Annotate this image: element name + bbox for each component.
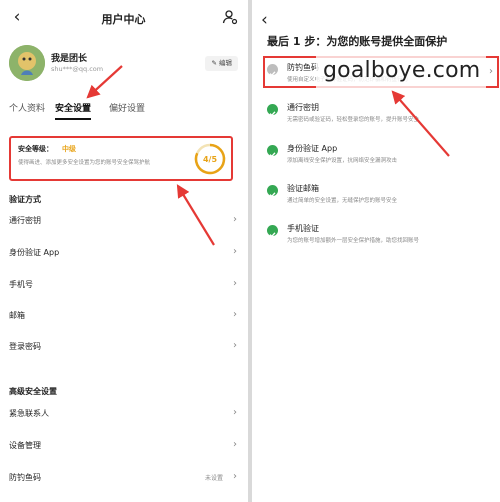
row-label: 防钓鱼码 xyxy=(9,473,41,482)
check-done-icon xyxy=(267,145,278,158)
list-item-email[interactable]: 邮箱 › xyxy=(9,308,237,324)
step-description: 为您的账号增加额外一层安全保护措施，助您找回账号 xyxy=(287,238,420,244)
chevron-right-icon: › xyxy=(233,439,237,450)
advanced-security-heading: 高级安全设置 xyxy=(9,387,57,396)
profile-tabs: 个人资料 安全设置 偏好设置 xyxy=(9,101,239,121)
step-description: 通过简单的安全设置，无缝保护您的账号安全 xyxy=(287,198,398,204)
edit-label: 编辑 xyxy=(219,59,232,67)
check-done-icon xyxy=(267,185,278,198)
protection-steps-panel: ‹ 最后 1 步：为您的账号提供全面保护 防钓鱼码 使用自定义电子邮件验证码，防… xyxy=(253,0,500,502)
user-center-panel: ‹ 用户中心 我是团长 shu***@qq.com ✎ 编辑 个人资料 安全设置… xyxy=(0,0,247,502)
row-label: 手机号 xyxy=(9,280,33,289)
step-verify-phone[interactable]: 手机验证 为您的账号增加额外一层安全保护措施，助您找回账号 xyxy=(267,223,495,251)
row-label: 紧急联系人 xyxy=(9,409,49,418)
page-title: 用户中心 xyxy=(101,13,146,26)
chevron-right-icon: › xyxy=(233,471,237,482)
row-status: 未设置 xyxy=(204,475,223,482)
header-bar: ‹ 用户中心 xyxy=(0,0,247,36)
tab-profile[interactable]: 个人资料 xyxy=(9,101,45,114)
check-done-icon xyxy=(267,104,278,117)
chevron-right-icon: › xyxy=(233,214,237,225)
step-passkey[interactable]: 通行密钥 无需密码或验证码，轻松登录您的账号，提升账号安全 xyxy=(267,102,495,130)
security-level-card[interactable]: 安全等级： 中级 使得画进、添加更多安全设置为您的账号安全保驾护航 4/5 xyxy=(9,136,233,181)
edit-profile-button[interactable]: ✎ 编辑 xyxy=(205,56,238,71)
check-pending-icon xyxy=(267,64,278,77)
user-email: shu***@qq.com xyxy=(51,65,104,73)
step-name: 验证邮箱 xyxy=(287,184,319,193)
check-done-icon xyxy=(267,225,278,238)
chevron-right-icon: › xyxy=(233,309,237,320)
step-name: 通行密钥 xyxy=(287,103,319,112)
panel-divider xyxy=(248,0,252,502)
security-level-label: 安全等级： xyxy=(18,145,53,153)
watermark-text: goalboye.com xyxy=(323,58,481,83)
back-arrow-icon[interactable]: ‹ xyxy=(261,10,268,30)
list-item-login-password[interactable]: 登录密码 › xyxy=(9,339,237,355)
row-label: 邮箱 xyxy=(9,311,25,320)
verification-heading: 验证方式 xyxy=(9,195,41,204)
list-item-phone[interactable]: 手机号 › xyxy=(9,277,237,293)
step-name: 防钓鱼码 xyxy=(287,63,319,72)
row-label: 身份验证 App xyxy=(9,248,60,257)
steps-title: 最后 1 步：为您的账号提供全面保护 xyxy=(267,35,448,48)
security-level-description: 使得画进、添加更多安全设置为您的账号安全保驾护航 xyxy=(18,160,151,166)
row-label: 通行密钥 xyxy=(9,216,41,225)
step-authenticator-app[interactable]: 身份验证 App 添加离线安全保护设置，抗网络安全漏洞攻击 xyxy=(267,143,495,171)
list-item-anti-phishing-code[interactable]: 防钓鱼码 未设置 › xyxy=(9,470,237,486)
row-label: 登录密码 xyxy=(9,342,41,351)
step-description: 无需密码或验证码，轻松登录您的账号，提升账号安全 xyxy=(287,117,420,123)
list-item-device-management[interactable]: 设备管理 › xyxy=(9,438,237,454)
list-item-emergency-contact[interactable]: 紧急联系人 › xyxy=(9,406,237,422)
step-verify-email[interactable]: 验证邮箱 通过简单的安全设置，无缝保护您的账号安全 xyxy=(267,183,495,211)
chevron-right-icon: › xyxy=(233,340,237,351)
security-score-text: 4/5 xyxy=(203,155,217,164)
row-label: 设备管理 xyxy=(9,441,41,450)
security-level-value: 中级 xyxy=(62,145,76,153)
step-name: 身份验证 App xyxy=(287,144,338,153)
user-name: 我是团长 xyxy=(51,54,88,64)
tab-preferences[interactable]: 偏好设置 xyxy=(109,101,145,114)
security-score-ring: 4/5 xyxy=(193,142,227,176)
active-tab-indicator xyxy=(55,118,91,120)
list-item-authenticator[interactable]: 身份验证 App › xyxy=(9,245,237,261)
tab-security[interactable]: 安全设置 xyxy=(55,101,91,114)
chevron-right-icon: › xyxy=(233,407,237,418)
watermark: goalboye.com xyxy=(316,54,486,90)
step-name: 手机验证 xyxy=(287,224,319,233)
step-description: 添加离线安全保护设置，抗网络安全漏洞攻击 xyxy=(287,158,398,164)
user-settings-icon[interactable] xyxy=(222,9,238,25)
pencil-icon: ✎ xyxy=(211,59,217,67)
chevron-right-icon: › xyxy=(489,66,493,77)
list-item-passkey[interactable]: 通行密钥 › xyxy=(9,213,237,229)
chevron-right-icon: › xyxy=(233,246,237,257)
avatar[interactable] xyxy=(9,45,45,81)
chevron-right-icon: › xyxy=(233,278,237,289)
